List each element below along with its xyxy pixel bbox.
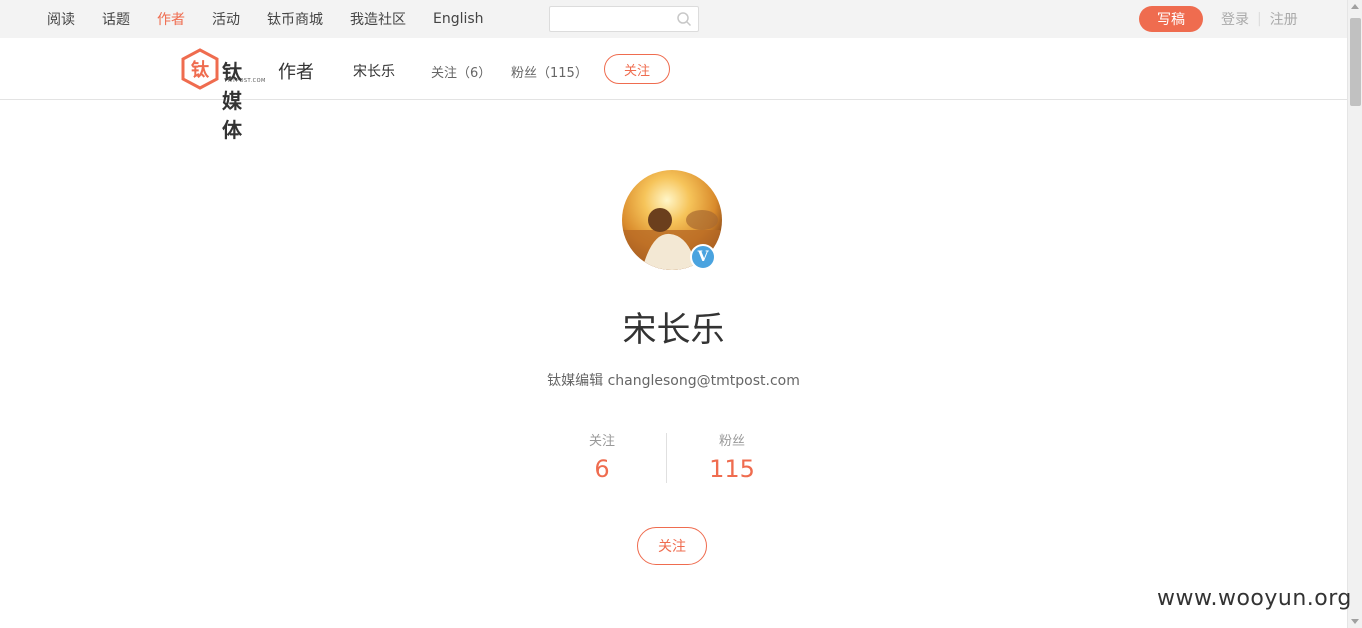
search-icon[interactable] <box>676 11 692 27</box>
fans-count-link[interactable]: 粉丝（115） <box>511 62 588 81</box>
stat-fans[interactable]: 粉丝 115 <box>672 430 792 483</box>
stat-following[interactable]: 关注 6 <box>542 430 662 483</box>
profile-name: 宋长乐 <box>622 310 725 350</box>
nav-item-read[interactable]: 阅读 <box>47 9 75 29</box>
nav-item-english[interactable]: English <box>433 11 484 27</box>
tmtpost-logo[interactable]: 钛 钛媒体 TMTPOST.COM <box>180 48 265 142</box>
nav-item-authors[interactable]: 作者 <box>157 9 185 29</box>
header-follow-button[interactable]: 关注 <box>604 54 670 84</box>
author-header-bar: 钛 钛媒体 TMTPOST.COM 作者 宋长乐 关注（6） 粉丝（115） 关… <box>0 38 1347 142</box>
logo-hexagon-icon: 钛 <box>181 48 219 90</box>
follow-button[interactable]: 关注 <box>637 527 707 565</box>
login-link[interactable]: 登录 <box>1221 9 1249 29</box>
auth-divider: | <box>1257 11 1262 27</box>
auth-links: 登录 | 注册 <box>1221 0 1298 38</box>
nav-item-shop[interactable]: 钛币商城 <box>267 9 323 29</box>
following-count-link[interactable]: 关注（6） <box>431 62 491 81</box>
main-nav: 阅读 话题 作者 活动 钛币商城 我造社区 English <box>47 0 511 38</box>
profile-bio: 钛媒编辑 changlesong@tmtpost.com <box>547 373 800 389</box>
scroll-up-arrow-icon[interactable] <box>1351 4 1359 9</box>
stat-divider <box>666 433 667 483</box>
search-input[interactable] <box>550 7 668 31</box>
stat-following-label: 关注 <box>588 434 615 449</box>
author-name-link[interactable]: 宋长乐 <box>353 61 395 81</box>
register-link[interactable]: 注册 <box>1270 9 1298 29</box>
section-title: 作者 <box>278 62 314 83</box>
nav-item-community[interactable]: 我造社区 <box>350 9 406 29</box>
top-navigation-bar: 阅读 话题 作者 活动 钛币商城 我造社区 English 写稿 登录 | 注册 <box>0 0 1347 38</box>
scroll-thumb[interactable] <box>1350 18 1361 106</box>
write-button[interactable]: 写稿 <box>1139 6 1203 32</box>
logo-subtext: TMTPOST.COM <box>224 78 266 84</box>
stat-following-value: 6 <box>594 455 610 483</box>
page-scrollbar[interactable] <box>1347 0 1362 628</box>
logo-text: 钛媒体 <box>222 60 243 142</box>
stat-fans-value: 115 <box>709 455 755 483</box>
scroll-down-arrow-icon[interactable] <box>1351 619 1359 624</box>
svg-text:钛: 钛 <box>191 59 210 81</box>
nav-item-events[interactable]: 活动 <box>212 9 240 29</box>
watermark: www.wooyun.org <box>1157 586 1352 611</box>
search-box <box>549 6 699 32</box>
nav-item-topics[interactable]: 话题 <box>102 9 130 29</box>
verified-badge-icon: V <box>690 244 716 270</box>
stat-fans-label: 粉丝 <box>718 434 745 449</box>
